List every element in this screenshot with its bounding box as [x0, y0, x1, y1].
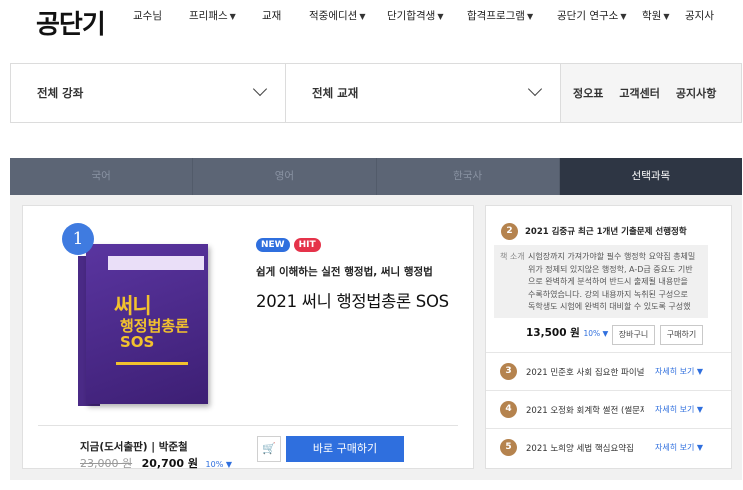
detail-link[interactable]: 자세히 보기 ▼ [655, 442, 703, 453]
nav-item-professors[interactable]: 교수님 [133, 8, 189, 23]
nav-label: 적중에디션 [309, 10, 358, 22]
sale-price: 20,700 원 [141, 457, 199, 470]
price-value: 13,500 원 [526, 327, 580, 339]
detail-link[interactable]: 자세히 보기 ▼ [655, 404, 703, 415]
description-text: 시험장까지 가져가야할 필수 행정학 요약집 총체밀 위가 정제되 있지않은 행… [528, 252, 696, 311]
list-item-name: 2021 오정화 회계학 썰전 (썰문제 [526, 406, 644, 416]
chevron-down-icon: ▼ [229, 12, 236, 21]
course-select[interactable]: 전체 강좌 [11, 64, 286, 122]
course-select-value: 전체 강좌 [37, 86, 84, 100]
ranking-top-name: 2021 김중규 최근 1개년 기출문제 선행정학 [525, 227, 687, 237]
nav-label: 단기합격생 [387, 10, 436, 22]
rank-number: 2 [501, 223, 518, 240]
nav-label: 교재 [262, 10, 282, 22]
list-item-name: 2021 노희양 세법 핵심요약집 [526, 444, 634, 454]
price-info: 23,000 원 20,700 원 10% ▼ [80, 455, 232, 471]
rank-number: 3 [500, 363, 517, 380]
rank-badge: 1 [62, 223, 94, 255]
cart-icon: 🛒 [262, 442, 276, 455]
nav-item-edition[interactable]: 적중에디션 ▼ [309, 8, 387, 23]
main-panel: 1 써니 행정법총론 SOS NEW HIT 쉽게 이해하는 실전 행정법, 써… [10, 195, 742, 480]
list-item[interactable]: 5 2021 노희양 세법 핵심요약집 자세히 보기 ▼ [486, 428, 731, 466]
rank-number: 5 [500, 439, 517, 456]
divider [38, 425, 458, 426]
book-subtitle: 쉽게 이해하는 실전 행정법, 써니 행정법 [256, 266, 433, 278]
discount-rate: 10% ▼ [583, 329, 609, 338]
errata-link[interactable]: 정오표 [573, 85, 603, 101]
detail-link-label: 자세히 보기 [655, 367, 695, 376]
chevron-down-icon: ▼ [620, 12, 627, 21]
book-select-value: 전체 교재 [312, 86, 359, 100]
nav-label: 교수님 [133, 10, 162, 22]
chevron-down-icon: ▼ [359, 12, 366, 21]
detail-link-label: 자세히 보기 [655, 443, 695, 452]
cart-button[interactable]: 🛒 [257, 436, 281, 462]
ranking-top-title[interactable]: 2 2021 김중규 최근 1개년 기출문제 선행정학 [501, 223, 687, 240]
cover-subtitle: 행정법총론 SOS [120, 317, 190, 351]
nav-label: 공단기 연구소 [557, 10, 619, 22]
ranking-list: 2 2021 김중규 최근 1개년 기출문제 선행정학 책 소개 시험장까지 가져… [485, 205, 732, 469]
nav-item-books[interactable]: 교재 [262, 8, 309, 23]
tab-elective[interactable]: 선택과목 [559, 158, 742, 195]
description-label: 책 소개 [500, 252, 525, 261]
hit-badge: HIT [293, 238, 321, 252]
buy-now-button[interactable]: 바로 구매하기 [286, 436, 404, 462]
site-logo[interactable]: 공단기 [36, 4, 106, 41]
chevron-down-icon: ▼ [437, 12, 444, 21]
book-description-box: 책 소개 시험장까지 가져가야할 필수 행정학 요약집 총체밀 위가 정제되 있… [494, 245, 708, 318]
customer-center-link[interactable]: 고객센터 [619, 85, 659, 101]
chevron-down-icon: ▼ [663, 12, 670, 21]
subject-tabs: 국어 영어 한국사 선택과목 [10, 158, 742, 195]
tab-english[interactable]: 영어 [193, 158, 377, 195]
discount-rate: 10% ▼ [205, 460, 232, 469]
tab-korean[interactable]: 국어 [10, 158, 194, 195]
tab-korean-history[interactable]: 한국사 [377, 158, 560, 195]
book-cover: 써니 행정법총론 SOS [86, 244, 208, 404]
main-nav: 교수님 프리패스 ▼ 교재 적중에디션 ▼ 단기합격생 ▼ 합격프로그램 ▼ 공단기 연… [133, 8, 714, 23]
cover-banner [108, 256, 204, 270]
book-cover-image[interactable]: 써니 행정법총론 SOS [78, 244, 208, 406]
nav-item-lab[interactable]: 공단기 연구소 ▼ [557, 8, 642, 23]
nav-label: 학원 [642, 10, 662, 22]
ranking-top-price: 13,500 원 10% ▼ [526, 325, 608, 340]
book-title[interactable]: 2021 써니 행정법총론 SOS [256, 288, 449, 312]
publisher-author: 지금(도서출판) | 박준철 [80, 441, 188, 453]
chevron-down-icon: ▼ [526, 12, 534, 21]
new-badge: NEW [256, 238, 290, 252]
rank-number: 4 [500, 401, 517, 418]
nav-item-passers[interactable]: 단기합격생 ▼ [387, 8, 467, 23]
nav-label: 프리패스 [189, 10, 228, 22]
notice-link[interactable]: 공지사항 [676, 85, 716, 101]
discount-value: 10% [583, 329, 601, 338]
list-item-name: 2021 민준호 사회 집요한 파이널 [526, 368, 644, 378]
add-to-cart-button[interactable]: 장바구니 [612, 325, 655, 345]
nav-item-academy[interactable]: 학원 ▼ [642, 8, 685, 23]
original-price: 23,000 원 [80, 457, 133, 470]
filter-bar: 전체 강좌 전체 교재 정오표 고객센터 공지사항 [10, 63, 742, 123]
cover-bar [116, 362, 188, 365]
list-item[interactable]: 3 2021 민준호 사회 집요한 파이널 자세히 보기 ▼ [486, 352, 731, 390]
book-select[interactable]: 전체 교재 [286, 64, 561, 122]
detail-link-label: 자세히 보기 [655, 405, 695, 414]
cover-title: 써니 [114, 294, 152, 318]
nav-item-freepass[interactable]: 프리패스 ▼ [189, 8, 262, 23]
chevron-down-icon [527, 81, 543, 97]
nav-label: 공지사 [685, 10, 714, 22]
chevron-down-icon [252, 81, 268, 97]
nav-item-notice[interactable]: 공지사 [685, 8, 714, 23]
quick-links: 정오표 고객센터 공지사항 [561, 64, 741, 122]
nav-item-programs[interactable]: 합격프로그램 ▼ [467, 8, 557, 23]
badge-group: NEW HIT [256, 238, 325, 252]
purchase-button[interactable]: 구매하기 [660, 325, 703, 345]
nav-label: 합격프로그램 [467, 10, 525, 22]
detail-link[interactable]: 자세히 보기 ▼ [655, 366, 703, 377]
list-item[interactable]: 4 2021 오정화 회계학 썰전 (썰문제 자세히 보기 ▼ [486, 390, 731, 428]
discount-value: 10% [205, 460, 224, 469]
featured-book-card: 1 써니 행정법총론 SOS NEW HIT 쉽게 이해하는 실전 행정법, 써… [22, 205, 474, 471]
